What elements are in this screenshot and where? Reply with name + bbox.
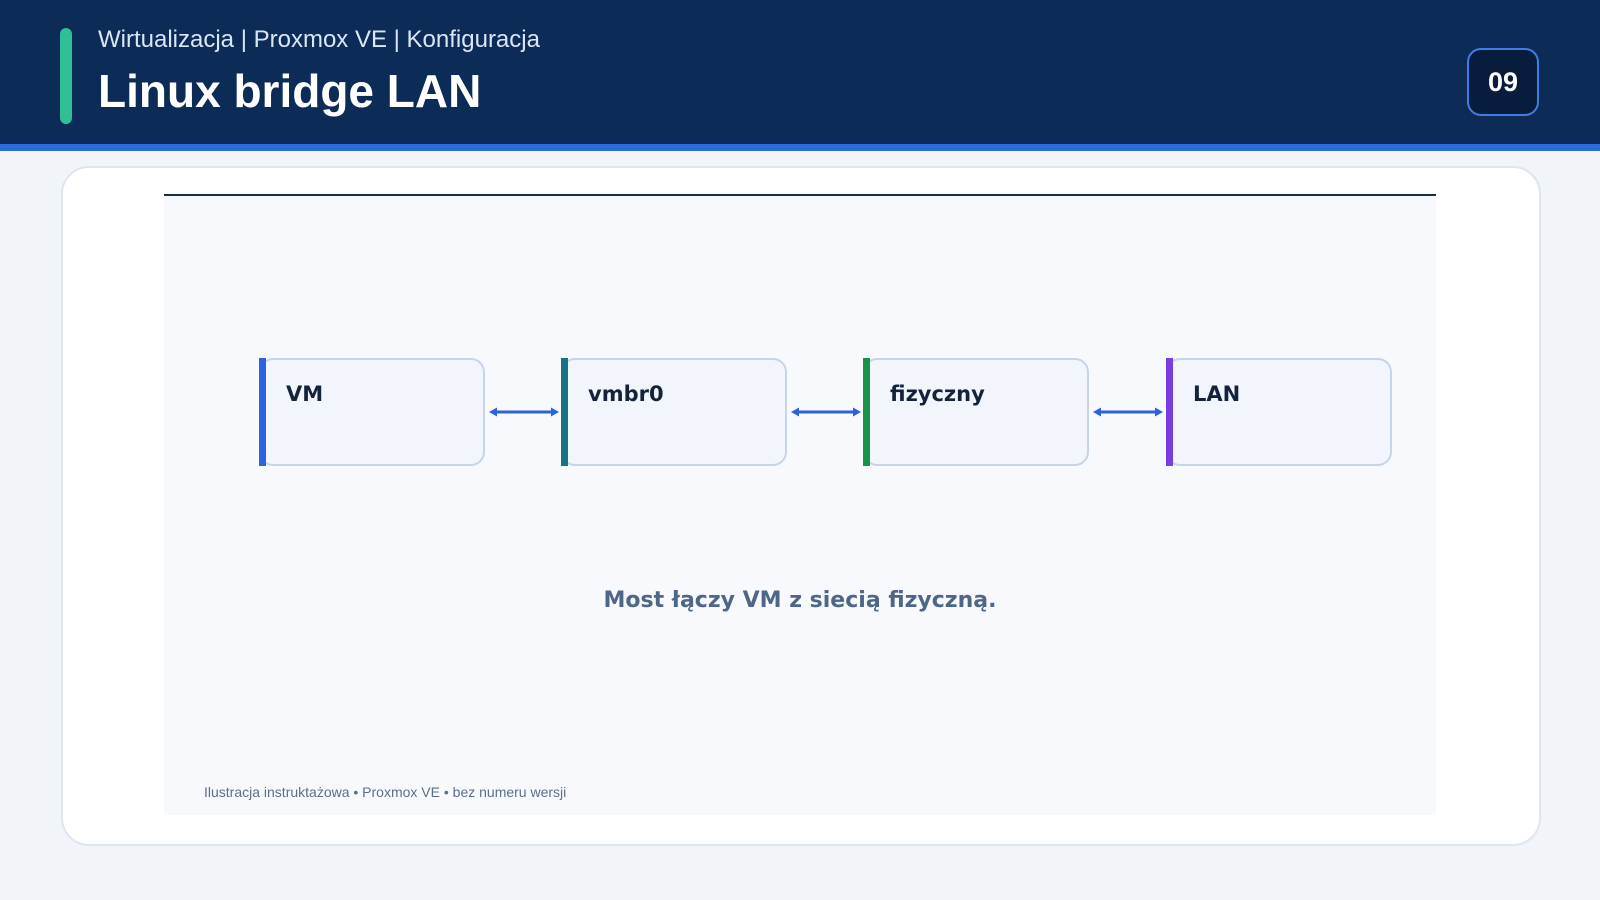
page-title: Linux bridge LAN	[98, 65, 482, 117]
page-number-badge: 09	[1467, 48, 1539, 116]
diagram-node-vm: VM	[259, 358, 485, 466]
diagram-top-rule	[164, 194, 1436, 196]
node-label: LAN	[1193, 382, 1241, 406]
diagram-node-lan: LAN	[1166, 358, 1392, 466]
node-accent-bar	[259, 358, 266, 466]
diagram-panel	[164, 194, 1436, 815]
bidirectional-arrow-icon	[1093, 407, 1163, 417]
node-accent-bar	[863, 358, 870, 466]
node-label: VM	[286, 382, 324, 406]
breadcrumb: Wirtualizacja | Proxmox VE | Konfiguracj…	[98, 26, 540, 53]
node-accent-bar	[1166, 358, 1173, 466]
diagram-node-fizyczny: fizyczny	[863, 358, 1089, 466]
diagram-node-vmbr0: vmbr0	[561, 358, 787, 466]
diagram-caption: Most łączy VM z siecią fizyczną.	[603, 588, 997, 613]
node-label: vmbr0	[588, 382, 664, 406]
bidirectional-arrow-icon	[791, 407, 861, 417]
header-accent-bar	[60, 28, 72, 124]
node-label: fizyczny	[890, 382, 985, 406]
footnote: Ilustracja instruktażowa • Proxmox VE • …	[204, 784, 567, 800]
header-stripe	[0, 144, 1600, 151]
node-accent-bar	[561, 358, 568, 466]
bidirectional-arrow-icon	[489, 407, 559, 417]
